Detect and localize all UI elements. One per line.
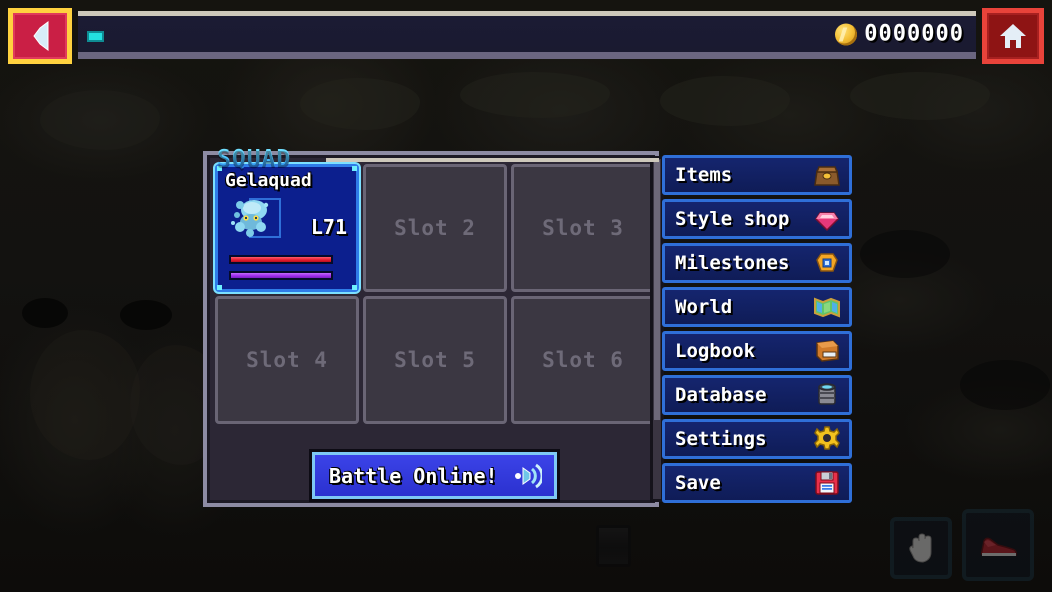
menu-item-label: Save — [675, 472, 721, 494]
squad-title: SQUAD — [217, 146, 292, 172]
menu-item-items[interactable]: Items — [662, 155, 852, 195]
menu-item-label: Database — [675, 384, 767, 406]
rock-shadow — [120, 300, 172, 330]
menu-item-label: Items — [675, 164, 733, 186]
battle-online-button[interactable]: Battle Online! — [312, 452, 557, 499]
card-corner-icon — [217, 285, 222, 290]
menu-item-label: World — [675, 296, 733, 318]
creature-name: Gelaquad — [225, 170, 312, 191]
menu-item-label: Milestones — [675, 252, 790, 274]
progress-indicator — [87, 31, 104, 42]
slot-label: Slot 3 — [542, 216, 624, 240]
creature-level: L71 — [310, 215, 347, 239]
rock-shadow — [22, 298, 68, 328]
squad-slot-6[interactable]: Slot 6 — [511, 296, 655, 424]
menu-item-label: Settings — [675, 428, 767, 450]
hand-icon — [909, 533, 932, 563]
map-icon — [814, 297, 840, 318]
game-screen: 0000000 SQUAD Gelaquad L71 Slot 2 Slot 3… — [0, 0, 1052, 592]
book-icon — [816, 340, 839, 362]
gelaquad-sprite — [231, 198, 281, 238]
menu-item-logbook[interactable]: Logbook — [662, 331, 852, 371]
menu-item-style-shop[interactable]: Style shop — [662, 199, 852, 239]
coin-count: 0000000 — [864, 21, 964, 47]
squad-title-rule — [326, 158, 659, 162]
card-corner-icon — [352, 285, 357, 290]
home-button[interactable] — [982, 8, 1044, 64]
slot-label: Slot 2 — [394, 216, 476, 240]
hp-bar — [229, 255, 333, 264]
home-icon — [1000, 24, 1026, 48]
rock-decor — [460, 72, 610, 118]
rock-shadow — [960, 360, 1050, 410]
squad-slot-3[interactable]: Slot 3 — [511, 164, 655, 292]
left-arrow-icon — [33, 21, 49, 51]
slot-label: Slot 5 — [394, 348, 476, 372]
gem-icon — [815, 212, 839, 232]
card-corner-icon — [352, 166, 357, 171]
squad-slot-1[interactable]: Gelaquad L71 — [215, 164, 359, 292]
rock-decor — [850, 72, 990, 120]
menu-item-label: Logbook — [675, 340, 756, 362]
top-bar: 0000000 — [78, 11, 976, 59]
squad-slot-4[interactable]: Slot 4 — [215, 296, 359, 424]
back-button[interactable] — [8, 8, 72, 64]
rock-shadow — [860, 230, 950, 278]
rock-decor — [30, 330, 140, 460]
broadcast-icon — [515, 463, 542, 488]
menu-item-settings[interactable]: Settings — [662, 419, 852, 459]
shoe-icon — [980, 537, 1017, 556]
menu-item-database[interactable]: Database — [662, 375, 852, 415]
main-menu: Items Style shop Milestones World Logboo… — [662, 155, 852, 503]
run-button[interactable] — [962, 509, 1034, 581]
menu-item-milestones[interactable]: Milestones — [662, 243, 852, 283]
currency-display: 0000000 — [835, 22, 964, 47]
slot-label: Slot 4 — [246, 348, 328, 372]
menu-item-save[interactable]: Save — [662, 463, 852, 503]
top-bar-inner: 0000000 — [78, 16, 976, 52]
rock-decor — [300, 78, 420, 130]
floppy-disk-icon — [815, 471, 839, 495]
gear-icon — [814, 426, 840, 450]
rock-decor — [40, 90, 160, 150]
coin-icon — [835, 23, 858, 45]
battle-online-label: Battle Online! — [329, 463, 498, 488]
menu-item-label: Style shop — [675, 208, 790, 230]
squad-slot-2[interactable]: Slot 2 — [363, 164, 507, 292]
slot-label: Slot 6 — [542, 348, 624, 372]
squad-slot-grid: Gelaquad L71 Slot 2 Slot 3 Slot 4 Slot 5… — [215, 164, 655, 424]
server-icon — [818, 383, 836, 405]
rock-decor — [660, 76, 790, 126]
squad-slot-5[interactable]: Slot 5 — [363, 296, 507, 424]
center-hud-box — [596, 525, 631, 567]
bag-icon — [814, 166, 840, 186]
hand-button[interactable] — [890, 517, 952, 579]
medal-icon — [816, 253, 838, 272]
mp-bar — [229, 271, 333, 280]
menu-item-world[interactable]: World — [662, 287, 852, 327]
menu-scrollbar-thumb[interactable] — [654, 160, 660, 420]
squad-panel: Gelaquad L71 Slot 2 Slot 3 Slot 4 Slot 5… — [203, 151, 659, 507]
